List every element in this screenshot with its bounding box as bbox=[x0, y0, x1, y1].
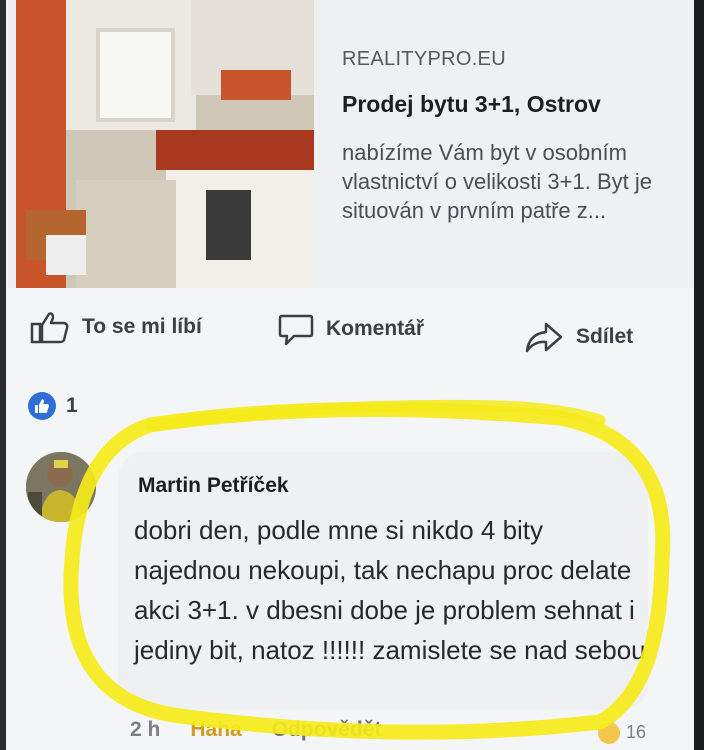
haha-icon bbox=[598, 722, 620, 744]
link-description: nabízíme Vám byt v osobním vlastnictví o… bbox=[342, 140, 652, 223]
device-edge-right bbox=[694, 0, 704, 750]
comment-reaction-count[interactable]: 16 bbox=[626, 722, 646, 743]
comment-icon bbox=[278, 314, 314, 346]
comment-text: dobri den, podle mne si nikdo 4 bity naj… bbox=[134, 515, 646, 665]
reply-button[interactable]: Odpovědět bbox=[272, 718, 382, 742]
link-text[interactable]: REALITYPRO.EU Prodej bytu 3+1, Ostrov na… bbox=[342, 48, 692, 225]
avatar[interactable] bbox=[26, 452, 96, 522]
haha-reaction-button[interactable]: Haha bbox=[190, 718, 241, 742]
comment-author[interactable]: Martin Petříček bbox=[138, 474, 289, 498]
post-actions: To se mi líbí Komentář Sdílet bbox=[0, 300, 704, 370]
link-thumbnail[interactable] bbox=[16, 0, 314, 288]
link-title[interactable]: Prodej bytu 3+1, Ostrov bbox=[342, 91, 692, 118]
link-domain: REALITYPRO.EU bbox=[342, 48, 506, 70]
like-label: To se mi líbí bbox=[82, 315, 202, 338]
comment-time: 2 h bbox=[130, 718, 161, 741]
comment-label: Komentář bbox=[326, 317, 425, 340]
share-button[interactable]: Sdílet bbox=[524, 320, 633, 354]
device-edge bbox=[0, 0, 6, 750]
reaction-summary[interactable]: 1 bbox=[28, 392, 78, 420]
like-button[interactable]: To se mi líbí bbox=[30, 310, 202, 344]
reaction-count: 1 bbox=[66, 394, 78, 417]
avatar-photo bbox=[26, 452, 96, 522]
share-icon bbox=[525, 322, 563, 353]
share-label: Sdílet bbox=[576, 325, 634, 348]
thumbs-up-icon bbox=[30, 312, 69, 344]
comment-button[interactable]: Komentář bbox=[278, 312, 424, 346]
link-preview[interactable]: REALITYPRO.EU Prodej bytu 3+1, Ostrov na… bbox=[8, 0, 698, 288]
like-reaction-icon bbox=[28, 392, 56, 420]
comment-footer: 2 h Haha Odpovědět bbox=[130, 718, 411, 742]
kitchen-photo bbox=[16, 0, 314, 288]
post-card: REALITYPRO.EU Prodej bytu 3+1, Ostrov na… bbox=[0, 0, 704, 750]
